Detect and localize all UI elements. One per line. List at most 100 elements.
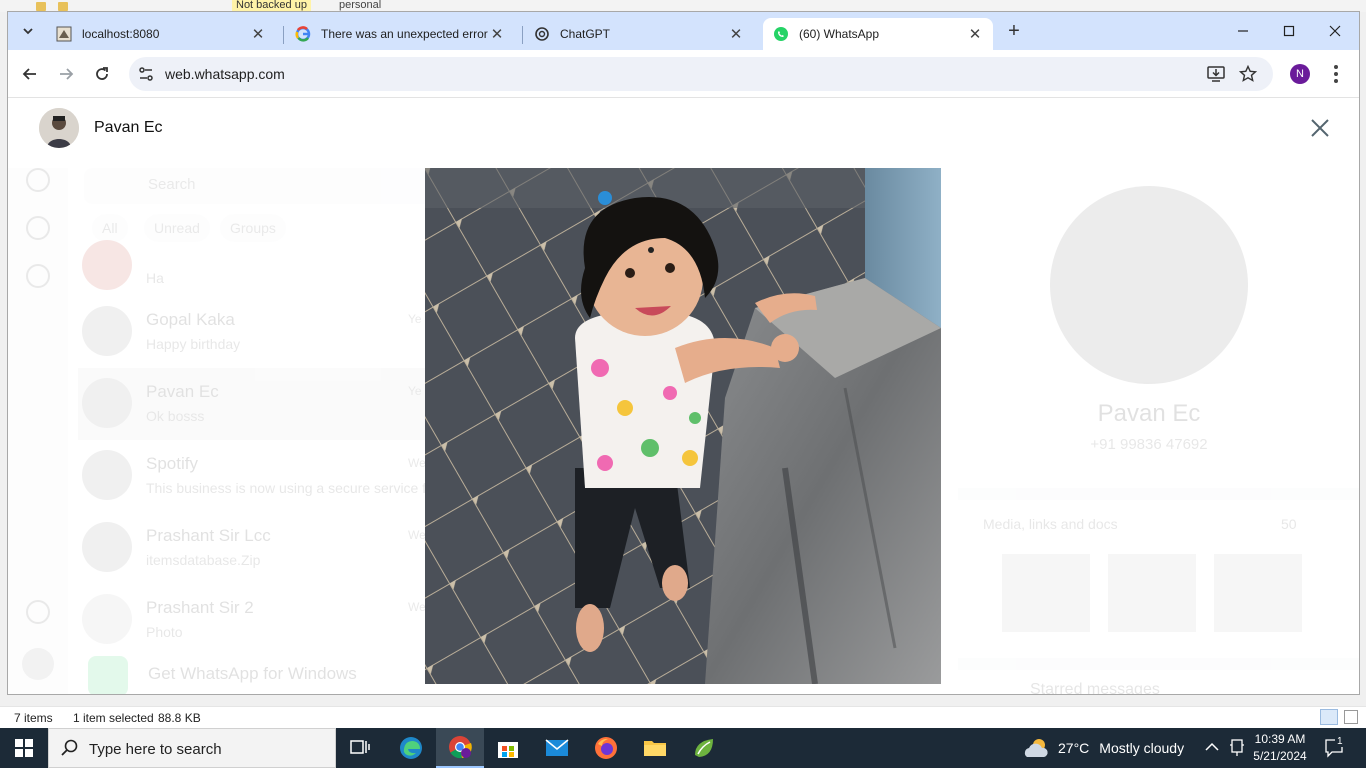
browser-menu-button[interactable] <box>1330 62 1342 86</box>
store-icon <box>498 742 518 758</box>
status-size: 88.8 KB <box>158 711 201 725</box>
channels-icon <box>26 264 50 288</box>
chats-icon <box>26 168 50 192</box>
close-icon <box>1311 119 1329 137</box>
folder-icon <box>644 741 666 756</box>
maximize-icon <box>1283 25 1295 37</box>
address-bar[interactable]: web.whatsapp.com <box>129 57 1273 91</box>
taskbar-firefox[interactable] <box>582 728 630 768</box>
close-icon[interactable]: ✕ <box>728 26 744 43</box>
background-tag: Not backed up <box>232 0 311 12</box>
minimize-button[interactable] <box>1231 20 1255 42</box>
status-selected: 1 item selected <box>73 711 154 725</box>
weather-widget[interactable]: 27°C Mostly cloudy <box>1022 728 1184 768</box>
weather-temp: 27°C <box>1058 740 1090 756</box>
taskbar-spring-tool[interactable] <box>680 728 728 768</box>
new-tab-button[interactable]: + <box>1003 21 1025 43</box>
avatar <box>22 648 54 680</box>
forward-button[interactable] <box>54 62 78 86</box>
folder-icon <box>36 2 46 11</box>
taskbar-chrome[interactable] <box>436 728 484 768</box>
back-button[interactable] <box>18 62 42 86</box>
folder-icon <box>58 2 68 11</box>
puzzle-icon <box>56 26 72 42</box>
tab-separator <box>283 26 284 44</box>
contact-photo <box>1050 186 1248 384</box>
network-icon <box>1230 739 1244 756</box>
url-text[interactable]: web.whatsapp.com <box>165 66 285 82</box>
install-app-button[interactable] <box>1205 65 1227 83</box>
page-viewport: Search All Unread Groups Ha Gopal Kaka H… <box>8 98 1359 694</box>
show-hidden-icons-button[interactable] <box>1205 740 1219 755</box>
bookmark-button[interactable] <box>1237 65 1259 83</box>
tab-title: (60) WhatsApp <box>799 27 880 41</box>
tab-error[interactable]: There was an unexpected error ✕ <box>285 18 515 50</box>
taskbar-edge[interactable] <box>387 728 435 768</box>
task-view-button[interactable] <box>336 728 384 768</box>
background-window-titlebar: Not backed up personal <box>0 0 1366 12</box>
tab-strip: localhost:8080 ✕ There was an unexpected… <box>8 12 1359 50</box>
media-viewer-header: Pavan Ec <box>8 98 1359 168</box>
site-settings-icon[interactable] <box>138 66 154 82</box>
chat-row: Ha <box>78 230 438 302</box>
avatar[interactable] <box>39 108 79 148</box>
tab-localhost[interactable]: localhost:8080 ✕ <box>46 18 276 50</box>
taskbar: Type here to search 27°C Mostly cloudy 1… <box>0 728 1366 768</box>
photo-child-illustration <box>425 168 941 684</box>
chat-row: Prashant Sir Lcc itemsdatabase.Zip Wed <box>78 512 438 584</box>
reload-icon <box>96 67 108 80</box>
taskbar-mail[interactable] <box>533 728 581 768</box>
tab-chatgpt[interactable]: ChatGPT ✕ <box>524 18 754 50</box>
status-icon <box>26 216 50 240</box>
close-icon[interactable]: ✕ <box>489 26 505 43</box>
close-window-button[interactable] <box>1323 20 1347 42</box>
arrow-left-icon <box>22 68 36 80</box>
tab-title: There was an unexpected error <box>321 27 488 41</box>
reload-button[interactable] <box>90 62 114 86</box>
search-input: Search <box>84 168 434 204</box>
profile-avatar[interactable]: N <box>1290 64 1310 84</box>
taskbar-file-explorer[interactable] <box>631 728 679 768</box>
taskbar-search[interactable]: Type here to search <box>48 728 336 768</box>
notification-center-button[interactable]: 1 <box>1324 736 1345 758</box>
search-icon <box>61 739 78 756</box>
tab-search-button[interactable] <box>16 19 40 43</box>
taskbar-store[interactable] <box>484 728 532 768</box>
status-items-count: 7 items <box>14 711 53 725</box>
network-button[interactable] <box>1229 739 1245 760</box>
start-button[interactable] <box>0 728 48 768</box>
taskbar-search-placeholder: Type here to search <box>89 741 222 758</box>
tab-whatsapp[interactable]: (60) WhatsApp ✕ <box>763 18 993 50</box>
whatsapp-icon <box>773 26 789 42</box>
spring-icon <box>695 739 713 757</box>
firefox-icon <box>595 737 617 759</box>
contact-name[interactable]: Pavan Ec <box>94 119 162 137</box>
large-icons-view-button[interactable] <box>1344 710 1358 724</box>
chat-row: Pavan Ec Ok bosss Ye <box>78 368 438 440</box>
google-icon <box>295 26 311 42</box>
settings-icon <box>26 600 50 624</box>
chatgpt-icon <box>534 26 550 42</box>
contact-info-panel: Pavan Ec +91 99836 47692 Media, links an… <box>958 98 1359 694</box>
tab-title: ChatGPT <box>560 27 611 41</box>
edge-icon <box>400 737 422 759</box>
close-icon[interactable]: ✕ <box>250 26 266 43</box>
system-clock[interactable]: 10:39 AM 5/21/2024 <box>1250 731 1310 765</box>
close-viewer-button[interactable] <box>1308 116 1332 140</box>
clock-time: 10:39 AM <box>1254 732 1306 746</box>
close-icon[interactable]: ✕ <box>967 26 983 43</box>
arrow-right-icon <box>60 68 74 80</box>
media-image[interactable] <box>425 168 941 684</box>
clock-date: 5/21/2024 <box>1253 749 1307 763</box>
browser-window: localhost:8080 ✕ There was an unexpected… <box>8 12 1359 694</box>
mail-icon <box>545 739 569 756</box>
explorer-status-bar: 7 items 1 item selected 88.8 KB <box>0 706 1366 728</box>
chevron-up-icon <box>1205 742 1219 751</box>
chat-row: Spotify This business is now using a sec… <box>78 440 438 512</box>
chrome-icon <box>449 736 472 759</box>
maximize-button[interactable] <box>1277 20 1301 42</box>
divider <box>958 488 1359 500</box>
details-view-button[interactable] <box>1320 709 1338 725</box>
background-tag: personal <box>339 0 382 11</box>
whatsapp-left-rail <box>8 98 68 694</box>
